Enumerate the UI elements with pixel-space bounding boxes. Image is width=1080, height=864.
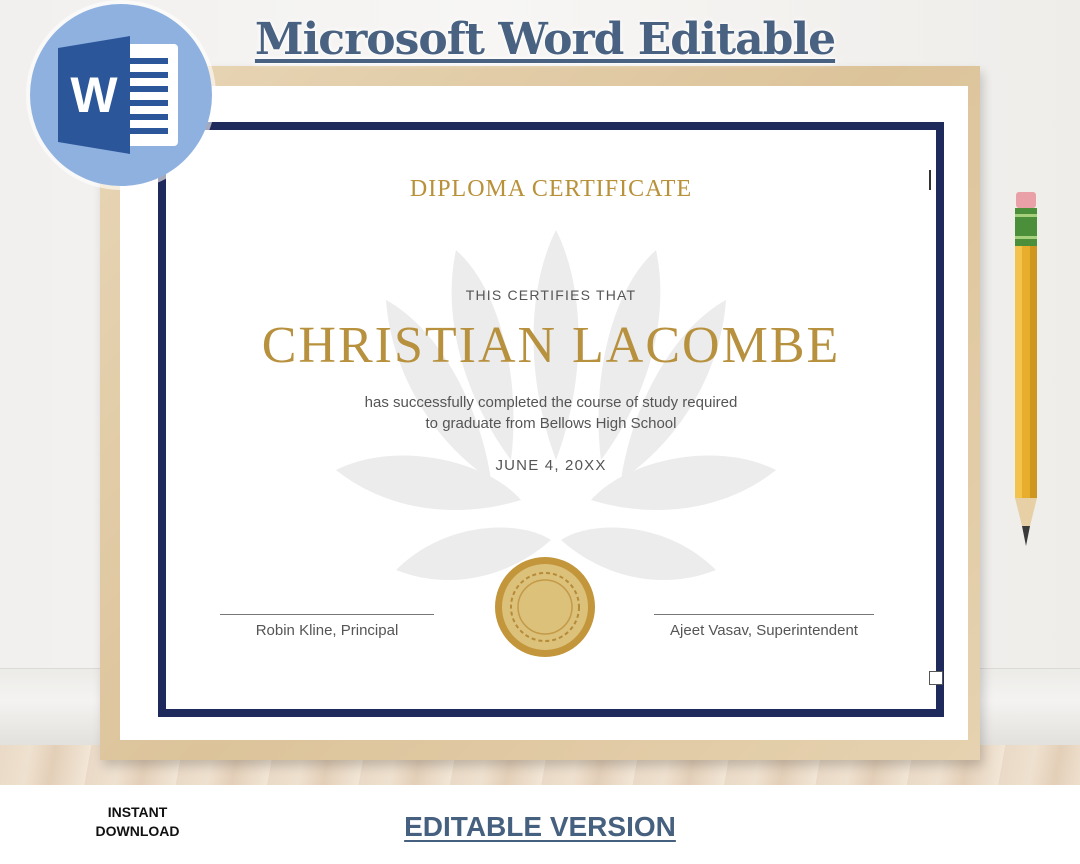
- course-line-1: has successfully completed the course of…: [364, 394, 738, 411]
- signature-right: Ajeet Vasav, Superintendent: [670, 622, 858, 639]
- instant-line-2: DOWNLOAD: [95, 823, 180, 839]
- text-cursor: [929, 170, 931, 190]
- editable-version-label: EDITABLE VERSION: [404, 811, 676, 842]
- certificate-date: JUNE 4, 20XX: [495, 457, 607, 474]
- signature-left: Robin Kline, Principal: [255, 622, 399, 639]
- signature-line-left: [220, 614, 434, 615]
- picture-frame: DIPLOMA CERTIFICATE THIS CERTIFIES THAT …: [100, 66, 980, 760]
- seal-icon: [495, 557, 595, 657]
- instant-line-1: INSTANT: [107, 804, 168, 820]
- frame-mat: DIPLOMA CERTIFICATE THIS CERTIFIES THAT …: [120, 86, 968, 740]
- word-app-icon: W: [58, 36, 178, 154]
- banner-title: Microsoft Word Editable: [254, 14, 836, 65]
- anchor-box: [929, 671, 943, 685]
- pencil-icon: [1015, 192, 1037, 546]
- instant-download-label: INSTANT DOWNLOAD: [70, 803, 205, 841]
- recipient-name: CHRISTIAN LACOMBE: [261, 317, 841, 374]
- certificate-heading: DIPLOMA CERTIFICATE: [409, 176, 693, 202]
- word-badge: W: [30, 4, 212, 186]
- signature-line-right: [654, 614, 874, 615]
- certifies-text: THIS CERTIFIES THAT: [465, 287, 637, 303]
- course-line-2: to graduate from Bellows High School: [425, 415, 677, 432]
- certificate-border: DIPLOMA CERTIFICATE THIS CERTIFIES THAT …: [158, 122, 944, 717]
- word-icon-letter: W: [70, 67, 118, 123]
